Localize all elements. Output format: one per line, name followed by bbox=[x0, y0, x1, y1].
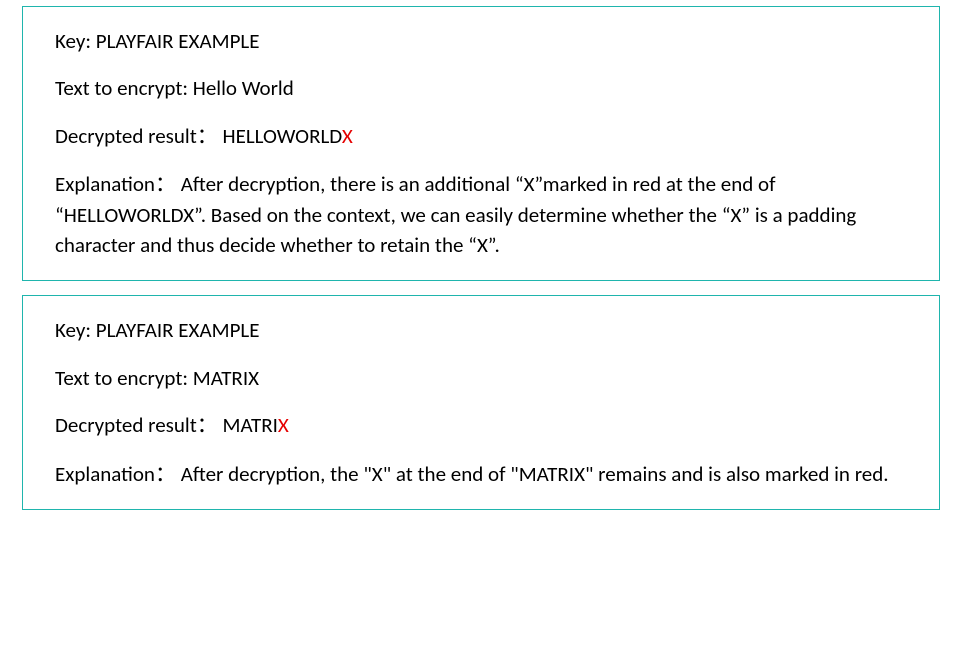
key-line: Key: PLAYFAIR EXAMPLE bbox=[55, 27, 907, 56]
decrypted-result-label: Decrypted result bbox=[55, 412, 218, 438]
text-to-encrypt-label: Text to encrypt: bbox=[55, 75, 193, 101]
decrypted-result-label: Decrypted result bbox=[55, 123, 218, 149]
example-box-1: Key: PLAYFAIR EXAMPLE Text to encrypt: H… bbox=[22, 6, 940, 281]
explanation-label: Explanation bbox=[55, 171, 176, 197]
key-value: PLAYFAIR EXAMPLE bbox=[96, 317, 260, 343]
decrypted-value-red-x: X bbox=[278, 412, 289, 438]
text-to-encrypt-value: MATRIX bbox=[193, 365, 259, 391]
decrypted-result-line: Decrypted result MATRIX bbox=[55, 411, 907, 440]
key-label: Key: bbox=[55, 317, 96, 343]
decrypted-value-red-x: X bbox=[342, 123, 353, 149]
explanation-label: Explanation bbox=[55, 461, 176, 487]
key-label: Key: bbox=[55, 28, 96, 54]
key-value: PLAYFAIR EXAMPLE bbox=[96, 28, 260, 54]
explanation-text: After decryption, the "X" at the end of … bbox=[181, 461, 889, 487]
text-to-encrypt-line: Text to encrypt: MATRIX bbox=[55, 364, 907, 393]
text-to-encrypt-value: Hello World bbox=[193, 75, 294, 101]
decrypted-value-prefix: HELLOWORLD bbox=[223, 123, 342, 149]
explanation-line: Explanation After decryption, the "X" at… bbox=[55, 459, 907, 489]
text-to-encrypt-label: Text to encrypt: bbox=[55, 365, 193, 391]
text-to-encrypt-line: Text to encrypt: Hello World bbox=[55, 74, 907, 103]
decrypted-value-prefix: MATRI bbox=[223, 412, 278, 438]
explanation-line: Explanation After decryption, there is a… bbox=[55, 169, 907, 260]
example-box-2: Key: PLAYFAIR EXAMPLE Text to encrypt: M… bbox=[22, 295, 940, 510]
key-line: Key: PLAYFAIR EXAMPLE bbox=[55, 316, 907, 345]
decrypted-result-line: Decrypted result HELLOWORLDX bbox=[55, 122, 907, 151]
